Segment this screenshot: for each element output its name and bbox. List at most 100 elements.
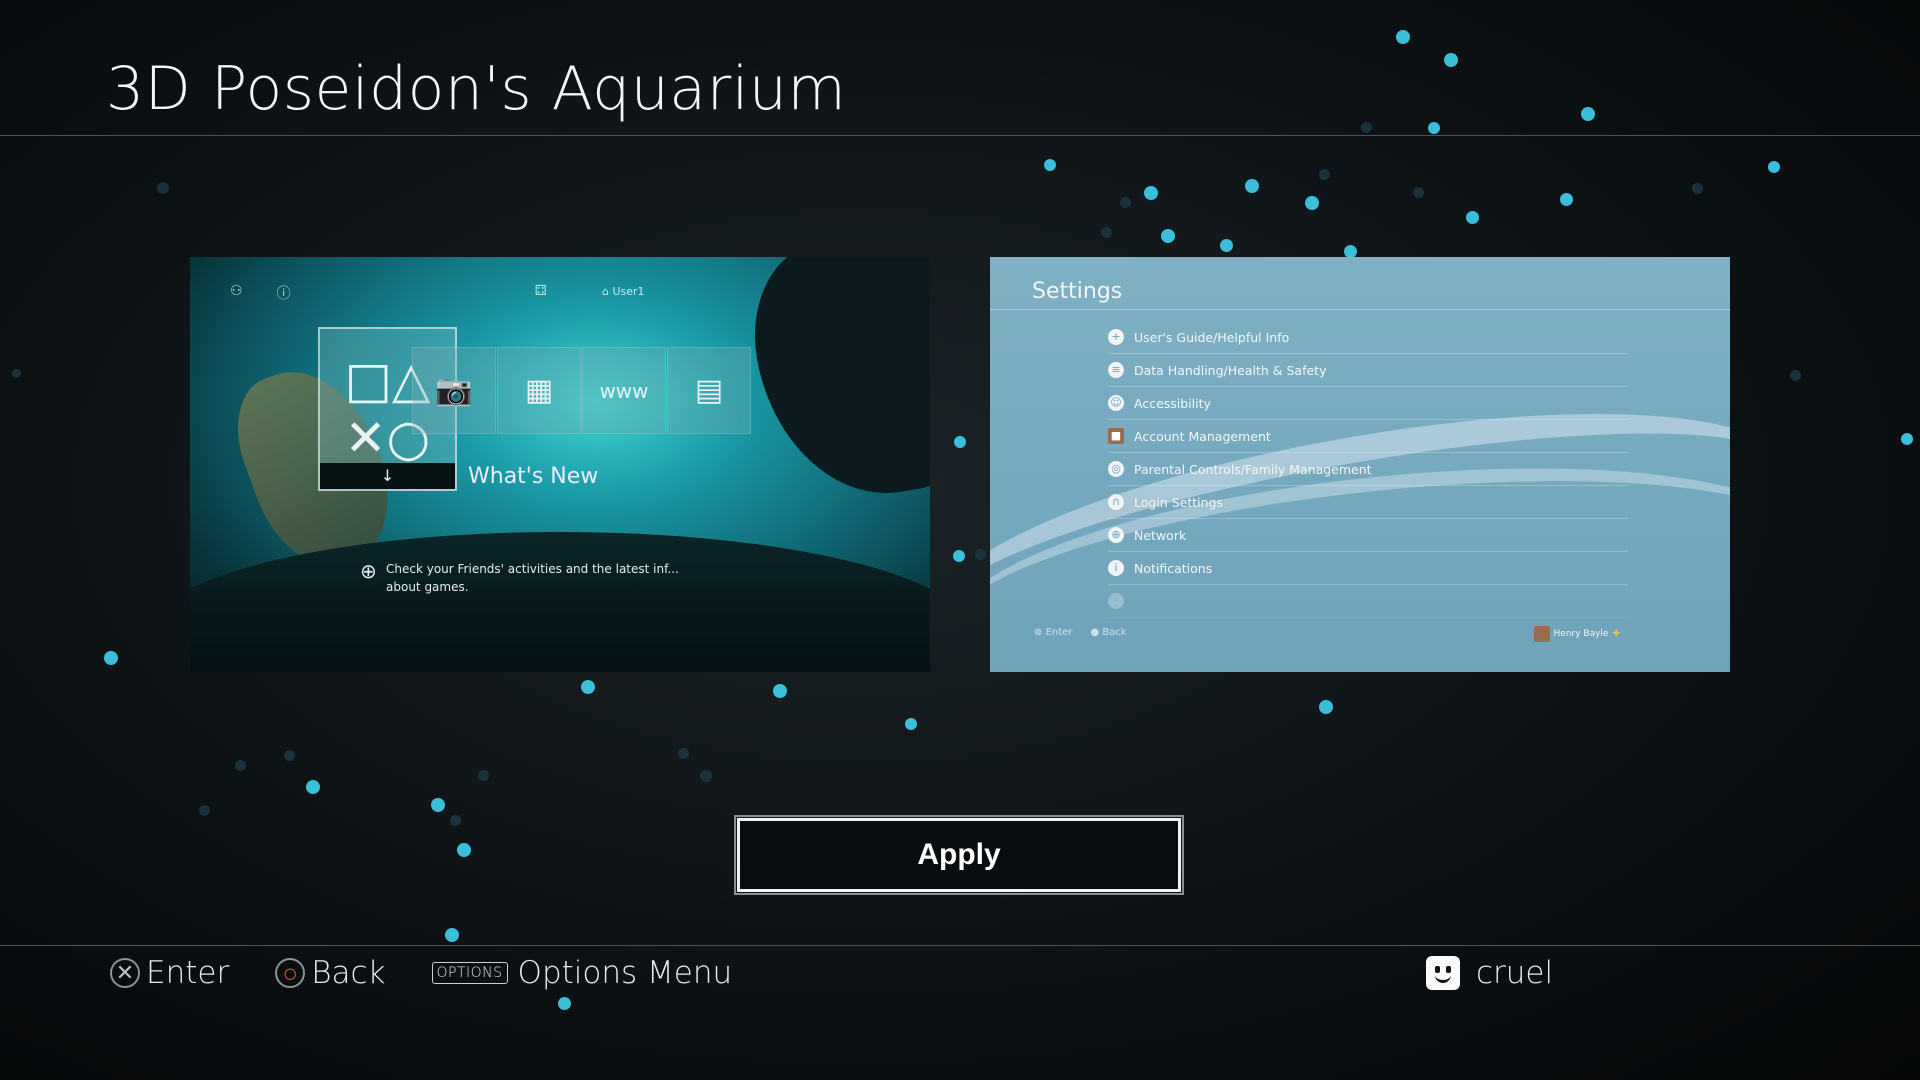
settings-divider (990, 309, 1730, 310)
settings-item: ⊕ Network (1108, 519, 1628, 552)
back-hint[interactable]: ○ Back (275, 955, 386, 991)
settings-screen-preview: Settings + User's Guide/Helpful Info ≡ Dat… (990, 257, 1730, 672)
home-user-label: ⌂ User1 (602, 285, 645, 298)
page-title: 3D Poseidon's Aquarium (106, 54, 847, 124)
settings-title: Settings (1032, 279, 1123, 304)
home-hint: ⊕ Check your Friends' activities and the… (360, 559, 679, 594)
info-icon: ⓘ (276, 286, 291, 302)
rock-illustration (738, 257, 930, 513)
bubble-particle (1396, 30, 1410, 44)
options-button-icon: OPTIONS (431, 962, 508, 984)
settings-item: ☺ Accessibility (1108, 387, 1628, 420)
cross-button-icon: ✕ (110, 958, 140, 988)
settings-item: ◎ Parental Controls/Family Management (1108, 453, 1628, 486)
bubble-particle (1120, 197, 1131, 208)
bubble-particle (558, 997, 571, 1010)
plus-icon: ✚ (1612, 629, 1620, 639)
bubble-particle (1161, 229, 1175, 243)
options-menu-hint[interactable]: OPTIONS Options Menu (431, 955, 732, 991)
bubble-particle (235, 760, 246, 771)
globe-icon: ⊕ (360, 559, 377, 583)
party-icon: ⚃ (534, 283, 547, 299)
bubble-particle (1319, 169, 1330, 180)
bubble-particle (678, 748, 689, 759)
settings-back-hint: ● Back (1090, 627, 1127, 638)
settings-item: ≡ Data Handling/Health & Safety (1108, 354, 1628, 387)
bubble-particle (905, 718, 917, 730)
settings-user: Henry Bayle ✚ (1533, 626, 1620, 642)
bubble-particle (478, 770, 489, 781)
bubble-particle (199, 805, 210, 816)
tv-icon: ▤ (694, 373, 724, 408)
bubble-particle (953, 550, 965, 562)
library-icon: ▦ (524, 373, 554, 408)
login-icon: ∩ (1108, 494, 1124, 510)
bubble-particle (1220, 239, 1233, 252)
bubble-particle (1901, 433, 1913, 445)
notification-icon: i (1108, 560, 1124, 576)
bubble-particle (306, 780, 320, 794)
avatar (1426, 956, 1460, 990)
bubble-particle (1245, 179, 1259, 193)
settings-item: i Notifications (1108, 552, 1628, 585)
settings-item: + User's Guide/Helpful Info (1108, 321, 1628, 354)
bubble-particle (1101, 227, 1112, 238)
library-tile: ▦ (497, 347, 581, 434)
header-divider (0, 135, 1920, 136)
bubble-particle (1428, 122, 1440, 134)
settings-item: ■ Account Management (1108, 420, 1628, 453)
bubble-particle (1413, 187, 1424, 198)
whats-new-label: What's New (468, 464, 599, 489)
avatar (1533, 626, 1550, 642)
settings-list: + User's Guide/Helpful Info ≡ Data Handlin… (1108, 321, 1628, 618)
bubble-particle (581, 680, 595, 694)
bubble-particle (1319, 700, 1333, 714)
tv-tile: ▤ (667, 347, 751, 434)
bubble-particle (1790, 370, 1801, 381)
bubble-particle (1044, 159, 1056, 171)
enter-hint[interactable]: ✕ Enter (110, 955, 229, 991)
username: cruel (1476, 955, 1554, 991)
help-icon: + (1108, 329, 1124, 345)
bubble-particle (700, 770, 712, 782)
bubble-particle (773, 684, 787, 698)
browser-tile: www (582, 347, 666, 434)
data-icon: ≡ (1108, 362, 1124, 378)
bubble-particle (1692, 183, 1703, 194)
settings-enter-hint: ⊗ Enter (1034, 627, 1073, 638)
capture-tile: 📷 (412, 347, 496, 434)
apply-button[interactable]: Apply (734, 815, 1184, 895)
tile-arrow: ↓ (320, 463, 455, 489)
bubble-particle (954, 436, 966, 448)
bubble-particle (104, 651, 118, 665)
button-hints: ✕ Enter ○ Back OPTIONS Options Menu (110, 955, 732, 991)
friends-icon: ⚇ (230, 283, 243, 299)
bubble-particle (1768, 161, 1780, 173)
bubble-particle (1305, 196, 1319, 210)
bubble-particle (450, 815, 461, 826)
footer-divider (0, 945, 1920, 946)
circle-button-icon: ○ (275, 958, 306, 989)
home-screen-preview: ⚇ ⓘ ⚃ ⌂ User1 □△ ✕○ ↓ 📷 ▦ www ▤ What's Ne… (190, 257, 930, 672)
bubble-particle (284, 750, 295, 761)
bubble-particle (1361, 122, 1372, 133)
misc-icon: · (1108, 593, 1124, 609)
bubble-particle (157, 182, 169, 194)
account-icon: ■ (1108, 428, 1124, 444)
camera-icon: 📷 (435, 373, 473, 408)
settings-item-faded: · (1108, 585, 1628, 618)
current-user: cruel (1426, 955, 1553, 991)
bubble-particle (445, 928, 459, 942)
bubble-particle (1581, 107, 1595, 121)
bubble-particle (1560, 193, 1573, 206)
bubble-particle (1144, 186, 1158, 200)
network-icon: ⊕ (1108, 527, 1124, 543)
parental-icon: ◎ (1108, 461, 1124, 477)
www-icon: www (599, 378, 649, 403)
settings-item: ∩ Login Settings (1108, 486, 1628, 519)
bubble-particle (975, 549, 986, 560)
bubble-particle (1466, 211, 1479, 224)
bubble-particle (431, 798, 445, 812)
bubble-particle (457, 843, 471, 857)
bubble-particle (1444, 53, 1458, 67)
